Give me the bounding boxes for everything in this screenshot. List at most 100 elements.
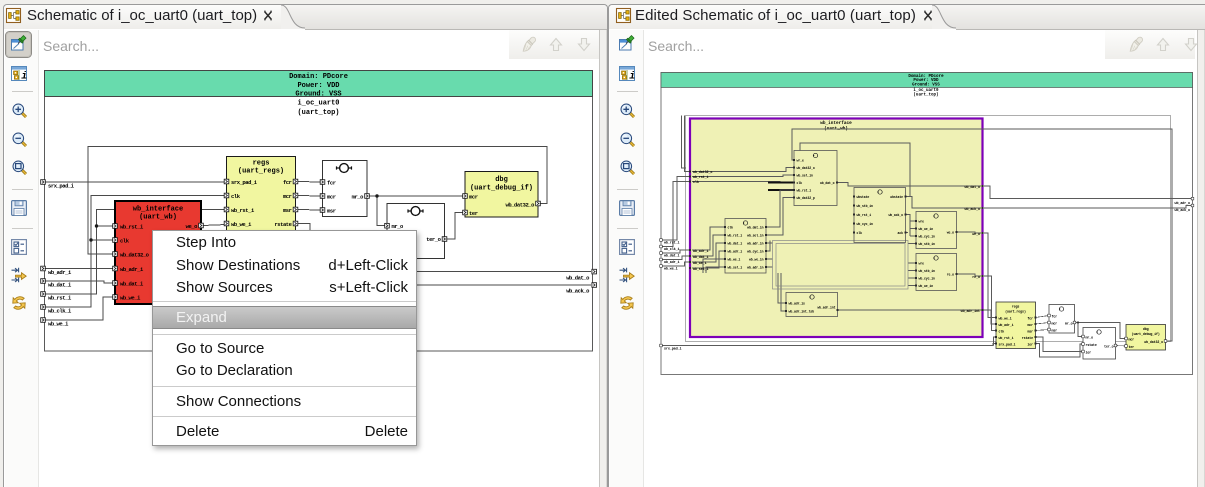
svg-text:wb_we_i: wb_we_i	[999, 317, 1012, 321]
svg-text:(uart_debug_if): (uart_debug_if)	[1132, 332, 1160, 336]
svg-text:wb_dat_in: wb_dat_in	[747, 226, 764, 230]
svg-text:(uart_regs): (uart_regs)	[238, 168, 284, 176]
svg-text:wb_we_i: wb_we_i	[693, 261, 707, 266]
svg-text:mr_o: mr_o	[1086, 336, 1094, 340]
svg-text:(uart_top): (uart_top)	[297, 109, 339, 117]
svg-text:wb_adr_int: wb_adr_int	[817, 306, 835, 310]
svg-text:wb_sel_in: wb_sel_in	[747, 234, 764, 238]
svg-text:wb_rst_i: wb_rst_i	[48, 295, 72, 302]
svg-text:wb_ack_o: wb_ack_o	[965, 207, 981, 212]
svg-text:wb_rst_i: wb_rst_i	[728, 234, 743, 238]
svg-text:clk: clk	[999, 330, 1005, 334]
svg-text:wb_dat_i: wb_dat_i	[728, 242, 743, 246]
svg-text:wb_ack_o: wb_ack_o	[888, 213, 903, 217]
svg-text:wb_dat32_o: wb_dat32_o	[1144, 340, 1163, 344]
svg-text:(uart_regs): (uart_regs)	[1005, 310, 1026, 314]
svg-text:wb_rst_i: wb_rst_i	[999, 336, 1014, 340]
svg-text:clk: clk	[797, 181, 803, 185]
svg-text:wb_we_i: wb_we_i	[231, 221, 252, 228]
svg-text:wb_stb_in: wb_stb_in	[857, 204, 874, 208]
svg-text:regs: regs	[253, 160, 270, 168]
svg-text:wb_cyc_in: wb_cyc_in	[857, 222, 874, 226]
svg-text:ter: ter	[469, 210, 478, 217]
svg-text:wb_we_i: wb_we_i	[728, 258, 741, 262]
svg-text:fcr: fcr	[327, 180, 336, 187]
svg-text:ter_o: ter_o	[426, 236, 441, 243]
svg-text:srx_pad_i: srx_pad_i	[231, 179, 258, 186]
svg-text:ter: ter	[1129, 345, 1135, 349]
svg-text:wb_rst_i: wb_rst_i	[231, 207, 255, 214]
svg-text:wb_dat_i: wb_dat_i	[48, 282, 72, 289]
svg-text:dbg: dbg	[495, 176, 508, 184]
svg-text:ier: ier	[1086, 351, 1092, 355]
svg-text:wb_adr_in: wb_adr_in	[747, 266, 764, 270]
svg-text:Ground: VSS: Ground: VSS	[295, 91, 341, 99]
svg-text:i_oc_uart0: i_oc_uart0	[913, 88, 939, 93]
svg-text:wb_interface: wb_interface	[820, 121, 852, 126]
svg-text:mcr: mcr	[327, 194, 336, 201]
svg-text:srx_pad_i: srx_pad_i	[664, 347, 681, 352]
svg-text:wb_we_in: wb_we_in	[919, 227, 934, 231]
svg-text:wb_sel_i: wb_sel_i	[693, 267, 709, 272]
svg-text:wb_dat_i: wb_dat_i	[693, 255, 709, 260]
svg-text:wbstate: wbstate	[857, 195, 870, 199]
svg-text:wb_adr_i: wb_adr_i	[999, 323, 1014, 327]
svg-text:wb_adr_int_lsb: wb_adr_int_lsb	[789, 310, 815, 314]
svg-text:wb_we_in: wb_we_in	[919, 284, 934, 288]
svg-text:wb_dat_o: wb_dat_o	[566, 275, 590, 282]
svg-text:wb_we_i: wb_we_i	[120, 295, 141, 302]
svg-text:wb_rst_i: wb_rst_i	[120, 224, 144, 231]
svg-text:we_o: we_o	[186, 223, 199, 230]
svg-text:mr_o: mr_o	[1065, 322, 1073, 326]
svg-text:wb_adr_i: wb_adr_i	[48, 269, 72, 276]
svg-text:we_o: we_o	[947, 231, 954, 235]
svg-text:ter_o: ter_o	[1104, 345, 1114, 349]
svg-text:wb_adr_in: wb_adr_in	[747, 242, 764, 246]
svg-text:mcr: mcr	[1129, 338, 1135, 342]
svg-text:rstate: rstate	[1022, 336, 1033, 340]
svg-text:dbg: dbg	[1143, 327, 1149, 331]
svg-text:mcr: mcr	[283, 193, 292, 200]
svg-text:wb_stb_in: wb_stb_in	[919, 269, 936, 273]
svg-text:msr: msr	[327, 208, 336, 215]
svg-text:re_o: re_o	[972, 275, 980, 280]
svg-text:wre: wre	[919, 262, 925, 266]
svg-text:wb_cyc_in: wb_cyc_in	[919, 277, 936, 281]
svg-text:msr: msr	[1027, 330, 1033, 334]
svg-text:wb_dat32_o: wb_dat32_o	[120, 252, 150, 259]
svg-text:wb_dat32_o: wb_dat32_o	[797, 166, 815, 170]
svg-text:(uart_top): (uart_top)	[913, 93, 938, 98]
svg-text:wb_adr_i: wb_adr_i	[664, 260, 680, 265]
svg-text:i_oc_uart0: i_oc_uart0	[297, 100, 339, 108]
svg-text:wb_adr_i: wb_adr_i	[693, 249, 709, 254]
svg-text:wb_dat32_o: wb_dat32_o	[693, 170, 712, 175]
svg-text:ack: ack	[898, 231, 904, 235]
svg-text:Power: VDD: Power: VDD	[297, 82, 339, 90]
svg-text:srx_pad_i: srx_pad_i	[999, 343, 1016, 347]
svg-text:mcr: mcr	[1027, 323, 1033, 327]
svg-text:msr: msr	[283, 207, 292, 214]
svg-text:wb_interface: wb_interface	[133, 206, 183, 214]
svg-text:clk: clk	[728, 226, 734, 230]
svg-text:mcr: mcr	[469, 194, 478, 201]
svg-text:rstate: rstate	[1086, 343, 1097, 347]
svg-text:wb_stb_in: wb_stb_in	[919, 242, 936, 246]
svg-text:wb_dat_i: wb_dat_i	[120, 281, 144, 288]
svg-text:(uart_debug_if): (uart_debug_if)	[470, 185, 533, 193]
svg-text:mcr: mcr	[1052, 322, 1058, 326]
svg-text:wb_we_i: wb_we_i	[664, 267, 678, 272]
svg-text:wb_ack_o: wb_ack_o	[1175, 208, 1191, 213]
svg-text:wb_we_in: wb_we_in	[749, 258, 764, 262]
svg-text:(uart_wb): (uart_wb)	[139, 214, 177, 222]
svg-text:wb_cyc_in: wb_cyc_in	[747, 250, 764, 254]
svg-text:wb_dat_o: wb_dat_o	[820, 181, 835, 185]
svg-text:wb_clk_i: wb_clk_i	[664, 247, 680, 252]
svg-text:wb_rst_i: wb_rst_i	[797, 189, 812, 193]
svg-text:wb_adr_i: wb_adr_i	[728, 250, 743, 254]
svg-text:wb_clk_i: wb_clk_i	[48, 308, 72, 315]
svg-text:wb_adr_int: wb_adr_int	[961, 309, 980, 314]
svg-text:fcr: fcr	[283, 179, 292, 186]
svg-text:wb_rst_i: wb_rst_i	[693, 175, 709, 180]
svg-text:Domain: PDcore: Domain: PDcore	[289, 73, 348, 81]
svg-text:ier: ier	[1027, 343, 1033, 347]
